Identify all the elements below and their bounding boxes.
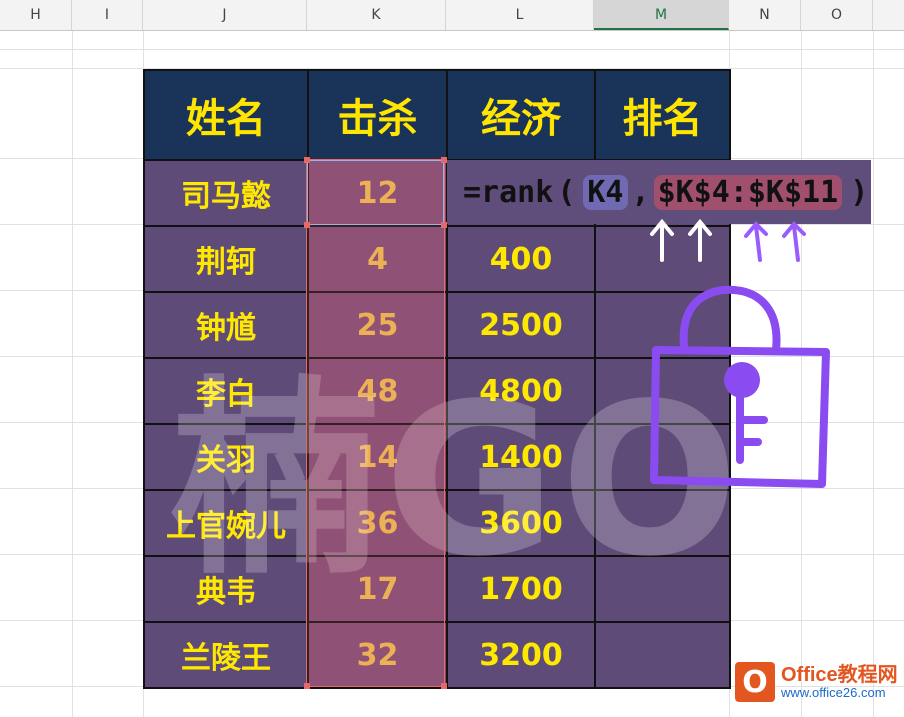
- cell-economy[interactable]: 400: [446, 225, 596, 293]
- office26-logo: O Office教程网 www.office26.com: [735, 662, 898, 702]
- column-header-j[interactable]: J: [143, 0, 307, 30]
- keyhole-icon: [724, 362, 760, 398]
- column-header-o[interactable]: O: [801, 0, 873, 30]
- column-header-l[interactable]: L: [446, 0, 594, 30]
- header-name[interactable]: 姓名: [143, 69, 309, 161]
- header-rank[interactable]: 排名: [594, 69, 731, 161]
- table-header-row: 姓名 击杀 经济 排名: [143, 69, 731, 161]
- cell-rank[interactable]: [594, 621, 731, 689]
- ref-cell-highlight: [307, 160, 444, 225]
- logo-url: www.office26.com: [781, 685, 886, 700]
- selection-handle[interactable]: [304, 157, 310, 163]
- cell-name[interactable]: 司马懿: [143, 159, 309, 227]
- column-header-bar: H I J K L M N O: [0, 0, 904, 31]
- selection-handle[interactable]: [304, 683, 310, 689]
- header-kills[interactable]: 击杀: [307, 69, 448, 161]
- formula-ref-k4: K4: [583, 174, 628, 210]
- cell-name[interactable]: 荆轲: [143, 225, 309, 293]
- cell-economy[interactable]: 3200: [446, 621, 596, 689]
- logo-title: Office教程网: [781, 664, 898, 686]
- column-header-m[interactable]: M: [594, 0, 729, 30]
- formula-close-paren: ): [850, 174, 869, 210]
- office-logo-icon: O: [735, 662, 775, 702]
- formula-function: =rank: [463, 174, 554, 210]
- formula-overlay[interactable]: =rank ( K4 , $K$4:$K$11 ): [447, 160, 871, 224]
- formula-comma: ,: [631, 174, 650, 210]
- cell-name[interactable]: 兰陵王: [143, 621, 309, 689]
- selection-handle[interactable]: [304, 222, 310, 228]
- selection-handle[interactable]: [441, 683, 447, 689]
- column-header-h[interactable]: H: [0, 0, 72, 30]
- range-selection-k4-k11[interactable]: [304, 157, 447, 689]
- formula-open-paren: (: [557, 174, 576, 210]
- dollar-arrows-icon: [650, 218, 806, 262]
- column-header-k[interactable]: K: [307, 0, 446, 30]
- column-header-n[interactable]: N: [729, 0, 801, 30]
- column-header-i[interactable]: I: [72, 0, 143, 30]
- formula-ref-absolute-range: $K$4:$K$11: [653, 174, 843, 210]
- header-economy[interactable]: 经济: [446, 69, 596, 161]
- padlock-icon: [650, 285, 830, 488]
